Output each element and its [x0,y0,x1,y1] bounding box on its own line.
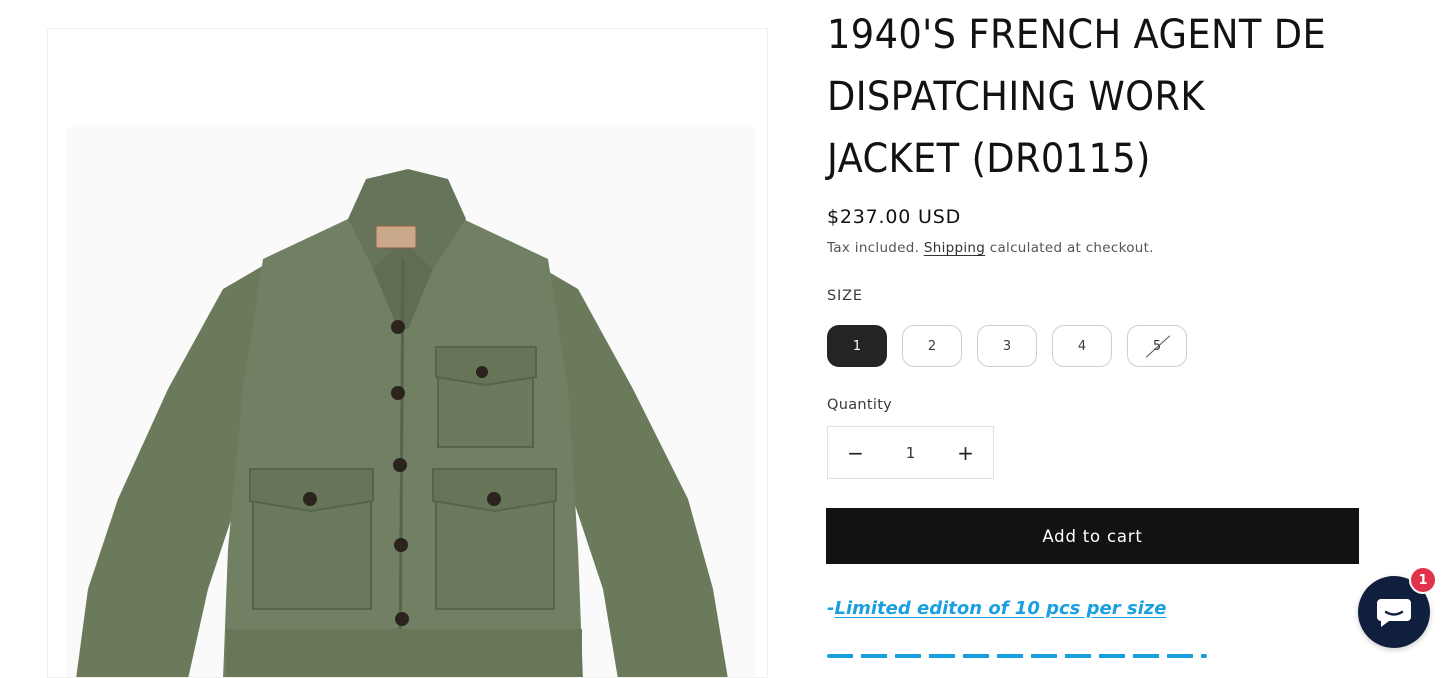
product-price: $237.00 USD [827,206,962,228]
size-option-1[interactable]: 1 [827,325,887,367]
quantity-increase-button[interactable]: + [938,427,993,478]
product-image [48,29,767,677]
product-media-frame[interactable] [47,28,768,678]
tax-suffix: calculated at checkout. [989,240,1154,256]
size-option-2[interactable]: 2 [902,325,962,367]
size-option-5-sold-out[interactable]: 5 [1127,325,1187,367]
add-to-cart-button[interactable]: Add to cart [826,508,1359,564]
tax-prefix: Tax included. [827,240,920,256]
tax-note: Tax included. Shipping calculated at che… [827,240,1154,256]
shipping-link[interactable]: Shipping [924,240,985,256]
promo-limited-edition: -Limited editon of 10 pcs per size [827,598,1166,619]
size-label: SIZE [827,288,863,304]
promo-second-line-cropped [827,648,1207,660]
quantity-label: Quantity [827,397,893,413]
product-title: 1940'S FRENCH AGENT DE DISPATCHING WORK … [827,12,1327,182]
size-option-4[interactable]: 4 [1052,325,1112,367]
chat-unread-badge: 1 [1409,566,1437,594]
chat-bubble-icon [1377,599,1411,627]
size-option-3[interactable]: 3 [977,325,1037,367]
size-selector: 1 2 3 4 5 [827,325,1187,367]
quantity-decrease-button[interactable]: − [828,427,883,478]
promo-text: Limited editon of 10 pcs per size [834,598,1167,619]
quantity-input[interactable]: 1 [883,444,938,462]
quantity-stepper: − 1 + [827,426,994,479]
